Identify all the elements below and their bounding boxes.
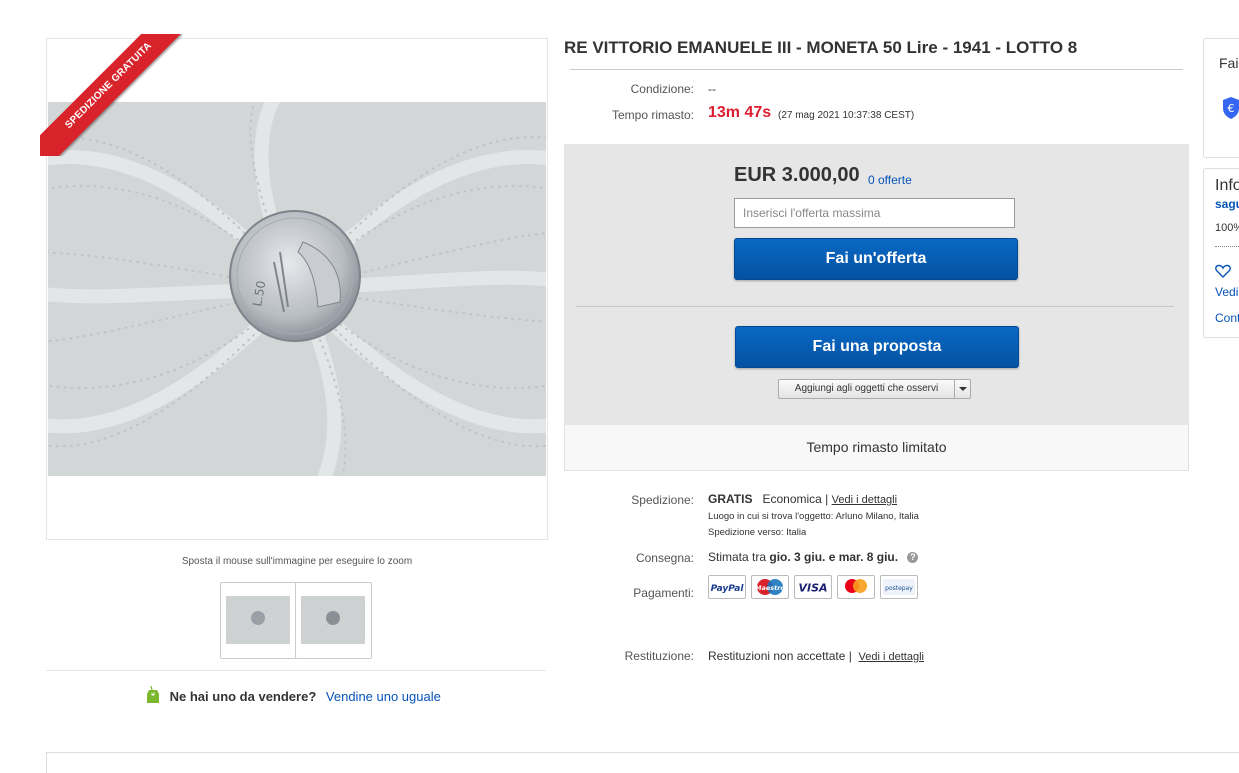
- zoom-hint: Sposta il mouse sull'immagine per esegui…: [181, 556, 413, 567]
- item-location: Luogo in cui si trova l'oggetto: Arluno …: [708, 511, 919, 522]
- postepay-icon: postepay: [880, 575, 918, 599]
- watchlist-label: Aggiungi agli oggetti che osservi: [794, 383, 939, 394]
- delivery-estimate: Stimata tra gio. 3 giu. e mar. 8 giu. ?: [708, 550, 919, 564]
- item-title: RE VITTORIO EMANUELE III - MONETA 50 Lir…: [564, 38, 1078, 57]
- thumbnail-1[interactable]: [220, 582, 297, 659]
- returns-value: Restituzioni non accettate |: [708, 649, 852, 663]
- add-to-watchlist-button[interactable]: Aggiungi agli oggetti che osservi: [778, 379, 971, 399]
- paypal-icon: PayPal: [708, 575, 746, 599]
- ribbon-text: SPEDIZIONE GRATUITA: [40, 34, 182, 156]
- thumbnail-image: [301, 596, 365, 644]
- thumbnail-image: [226, 596, 290, 644]
- seller-items-link[interactable]: Vedi: [1215, 285, 1238, 299]
- paypal-text: PayPal: [711, 584, 745, 594]
- coin-photo[interactable]: L.50: [48, 102, 546, 476]
- visa-icon: VISA: [794, 575, 832, 599]
- divider: [570, 69, 1183, 70]
- maestro-icon: Maestro: [751, 575, 789, 599]
- free-shipping-ribbon: SPEDIZIONE GRATUITA: [40, 34, 182, 156]
- shipping-free: GRATIS: [708, 492, 753, 506]
- current-price: EUR 3.000,00: [734, 164, 860, 186]
- max-bid-input[interactable]: [734, 198, 1015, 228]
- ships-to: Spedizione verso: Italia: [708, 527, 807, 538]
- svg-text:€: €: [1228, 102, 1235, 115]
- seller-feedback: 100%: [1215, 222, 1239, 234]
- delivery-range: gio. 3 giu. e mar. 8 giu.: [769, 550, 899, 564]
- heart-icon[interactable]: [1215, 264, 1231, 278]
- payments-label: Pagamenti:: [633, 586, 694, 600]
- maestro-text: Maestro: [755, 584, 785, 592]
- help-icon[interactable]: ?: [907, 552, 919, 563]
- time-left-label: Tempo rimasto:: [611, 108, 694, 122]
- sell-question: Ne hai uno da vendere?: [169, 689, 317, 704]
- right-card-text[interactable]: Fai: [1219, 55, 1238, 71]
- divider: [576, 306, 1174, 307]
- sell-similar-row: Ne hai uno da vendere? Vendine uno ugual…: [146, 685, 441, 704]
- returns-details-link[interactable]: Vedi i dettagli: [859, 651, 924, 663]
- make-offer-button[interactable]: Fai una proposta: [735, 326, 1019, 368]
- seller-info-title: Info: [1215, 177, 1239, 194]
- divider: [1215, 246, 1239, 247]
- shipping-label: Spedizione:: [631, 493, 694, 507]
- buyer-protection-shield-icon: €: [1223, 97, 1239, 119]
- shipping-details-link[interactable]: Vedi i dettagli: [832, 494, 897, 506]
- limited-time-banner: Tempo rimasto limitato: [564, 425, 1189, 471]
- condition-label: Condizione:: [630, 82, 694, 96]
- thumbnail-2[interactable]: [295, 582, 372, 659]
- contact-seller-link[interactable]: Cont: [1215, 311, 1239, 325]
- delivery-prefix: Stimata tra: [708, 550, 767, 564]
- price-tag-icon: [147, 685, 159, 703]
- condition-value: --: [708, 82, 716, 96]
- mastercard-icon: [837, 575, 875, 599]
- time-left-value: 13m 47s: [708, 104, 772, 121]
- auction-end-time: (27 mag 2021 10:37:38 CEST): [778, 110, 915, 121]
- seller-name-link[interactable]: sagu: [1215, 197, 1239, 211]
- place-bid-button[interactable]: Fai un'offerta: [734, 238, 1018, 280]
- returns-label: Restituzione:: [624, 649, 694, 663]
- sell-similar-link[interactable]: Vendine uno uguale: [326, 689, 441, 704]
- shipping-summary: GRATIS Economica | Vedi i dettagli: [708, 492, 897, 506]
- shipping-method: Economica |: [762, 492, 829, 506]
- bid-count-link[interactable]: 0 offerte: [868, 173, 912, 187]
- returns-policy: Restituzioni non accettate | Vedi i dett…: [708, 649, 924, 663]
- postepay-text: postepay: [885, 585, 913, 592]
- divider: [46, 670, 546, 671]
- visa-text: VISA: [798, 582, 827, 595]
- delivery-label: Consegna:: [635, 551, 694, 565]
- chevron-down-icon[interactable]: [954, 380, 970, 398]
